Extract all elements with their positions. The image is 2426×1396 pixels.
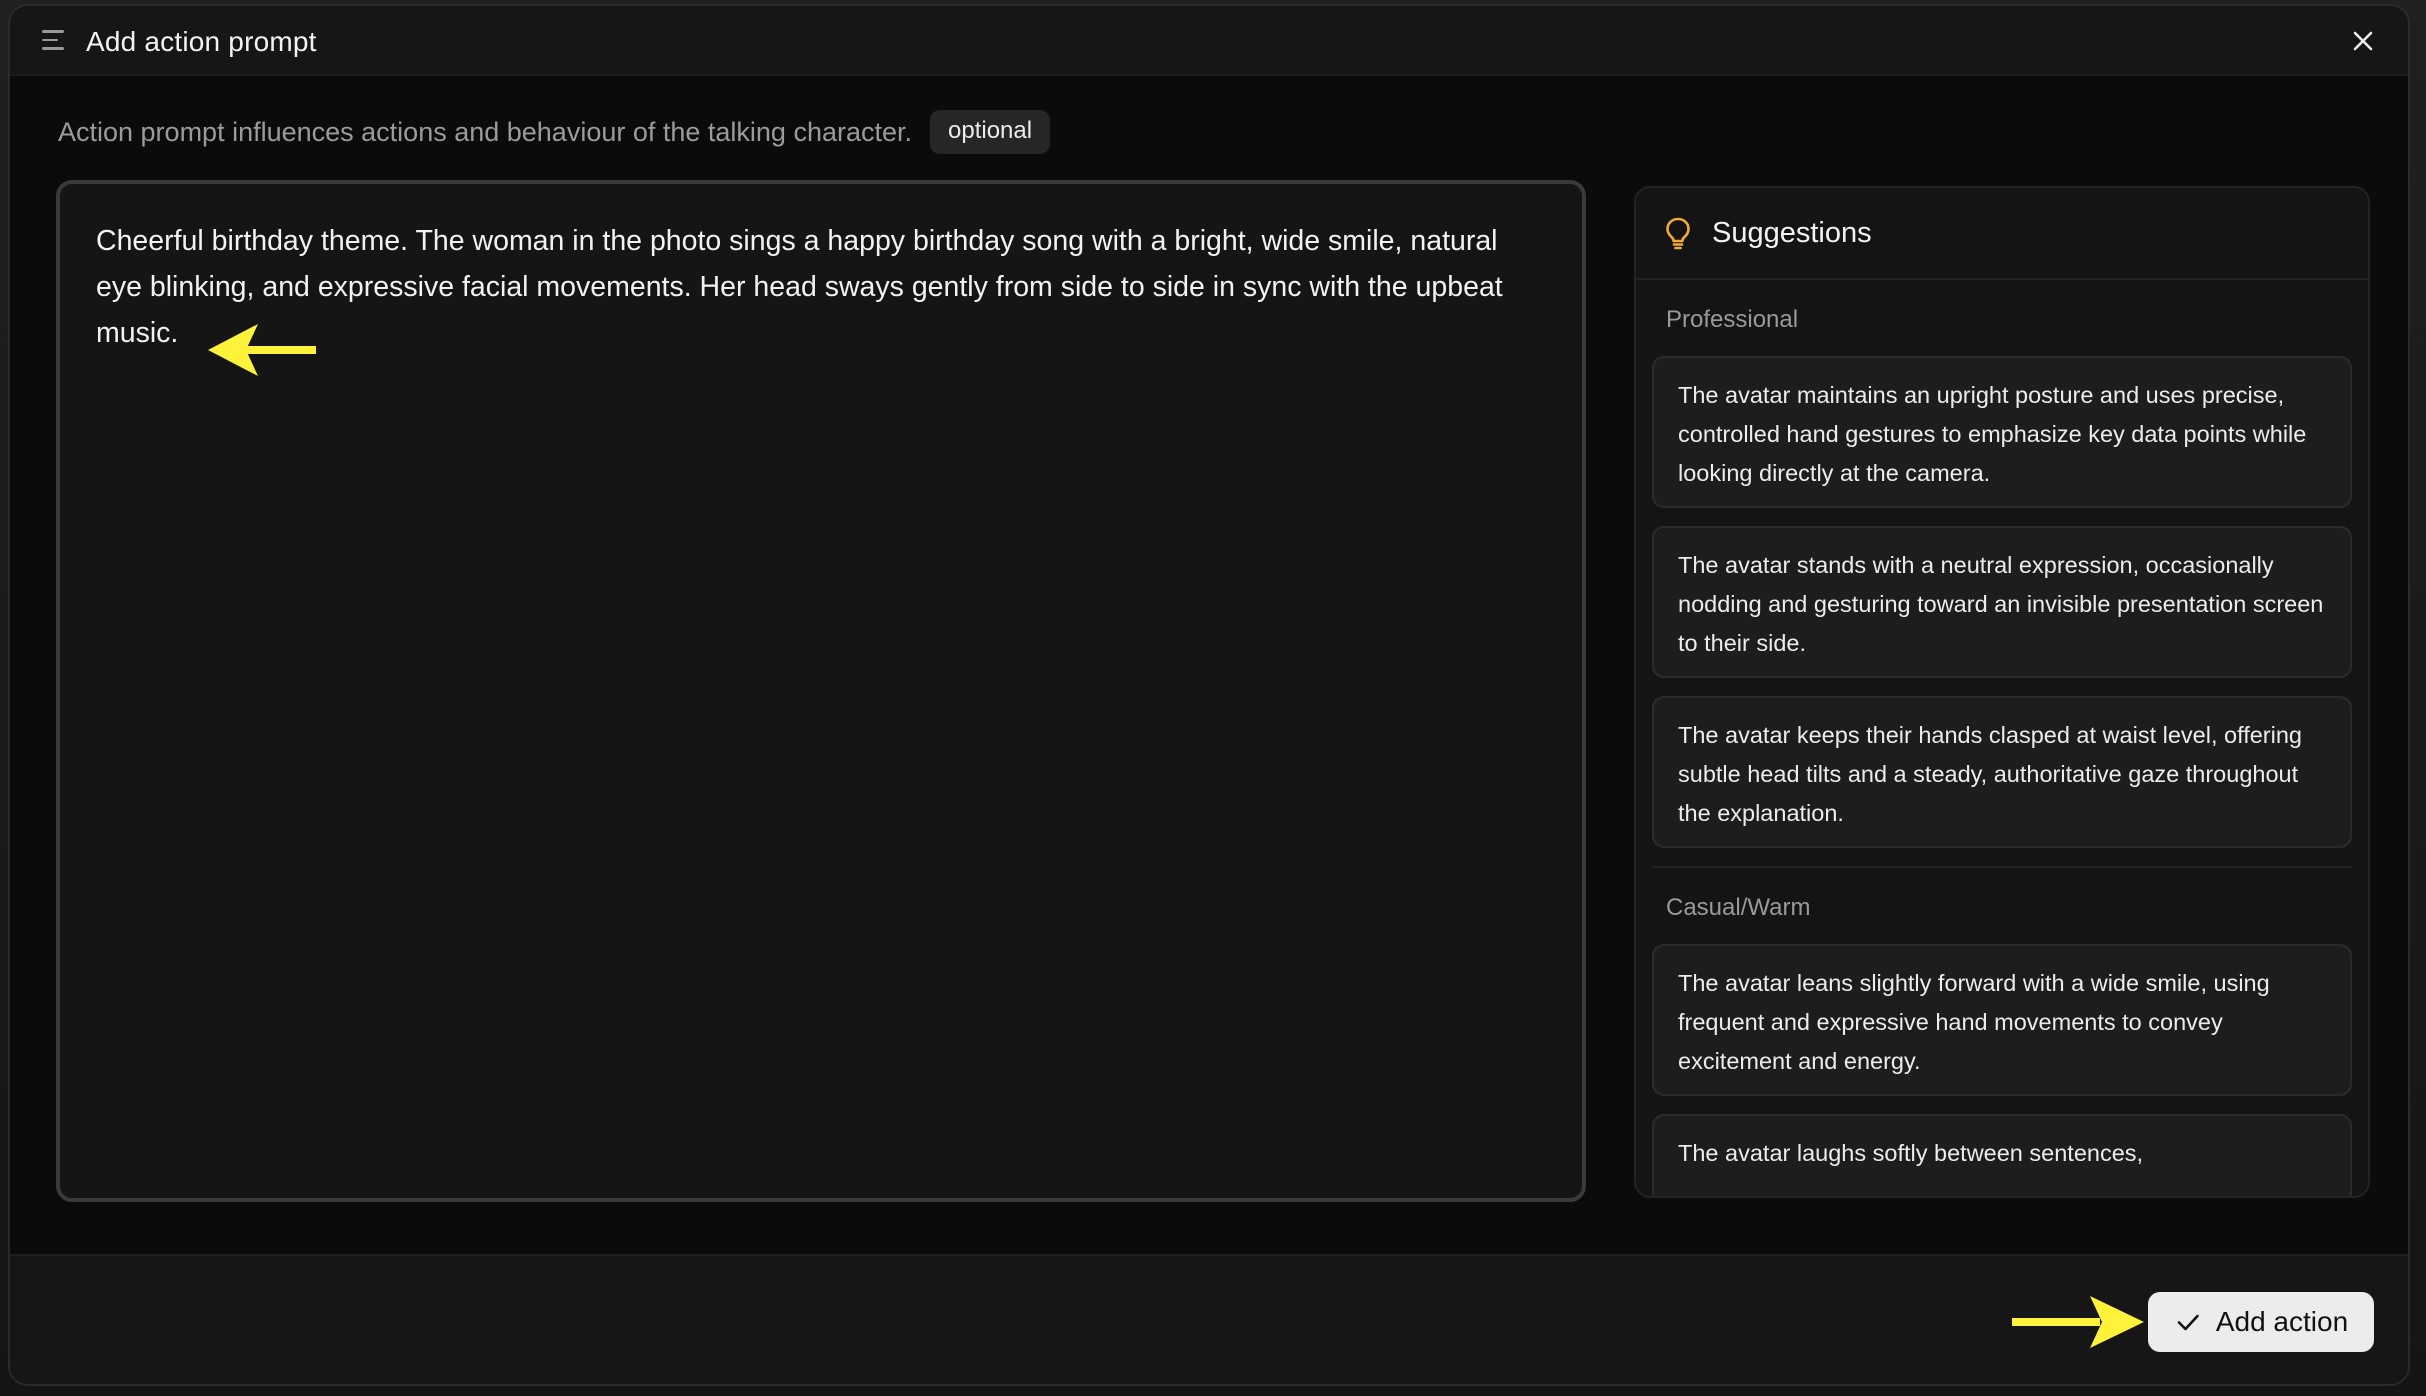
optional-badge: optional [930, 110, 1051, 154]
suggestions-list: Professional The avatar maintains an upr… [1636, 280, 2368, 1196]
add-action-label: Add action [2215, 1306, 2349, 1337]
suggestion-card[interactable]: The avatar laughs softly between sentenc… [1652, 1114, 2352, 1196]
suggestions-panel: Suggestions Professional The avatar main… [1634, 186, 2370, 1198]
suggestions-title: Suggestions [1712, 216, 1872, 249]
dialog-title: Add action prompt [86, 26, 317, 57]
arrow-icon [208, 324, 316, 376]
suggestion-card[interactable]: The avatar leans slightly forward with a… [1652, 944, 2352, 1096]
category-label-professional: Professional [1666, 306, 1799, 333]
dialog-footer: Add action [10, 1254, 2408, 1384]
add-action-prompt-dialog: Add action prompt Action prompt influenc… [8, 4, 2410, 1386]
arrow-icon [2012, 1296, 2144, 1348]
menu-icon[interactable] [42, 30, 68, 52]
dialog-title-bar: Add action prompt [10, 6, 2408, 76]
subtitle-row: Action prompt influences actions and beh… [58, 110, 1051, 154]
lightbulb-icon [1666, 217, 1690, 250]
suggestion-card[interactable]: The avatar stands with a neutral express… [1652, 526, 2352, 678]
suggestions-header: Suggestions [1636, 188, 2368, 280]
check-icon [2177, 1314, 2199, 1331]
add-action-button[interactable]: Add action [2148, 1292, 2374, 1352]
suggestion-card[interactable]: The avatar maintains an upright posture … [1652, 356, 2352, 508]
category-label-casual-warm: Casual/Warm [1666, 894, 1811, 921]
dialog-subtitle: Action prompt influences actions and beh… [58, 116, 913, 147]
suggestion-card[interactable]: The avatar keeps their hands clasped at … [1652, 696, 2352, 848]
close-button[interactable] [2346, 24, 2380, 58]
close-icon [2353, 31, 2373, 51]
